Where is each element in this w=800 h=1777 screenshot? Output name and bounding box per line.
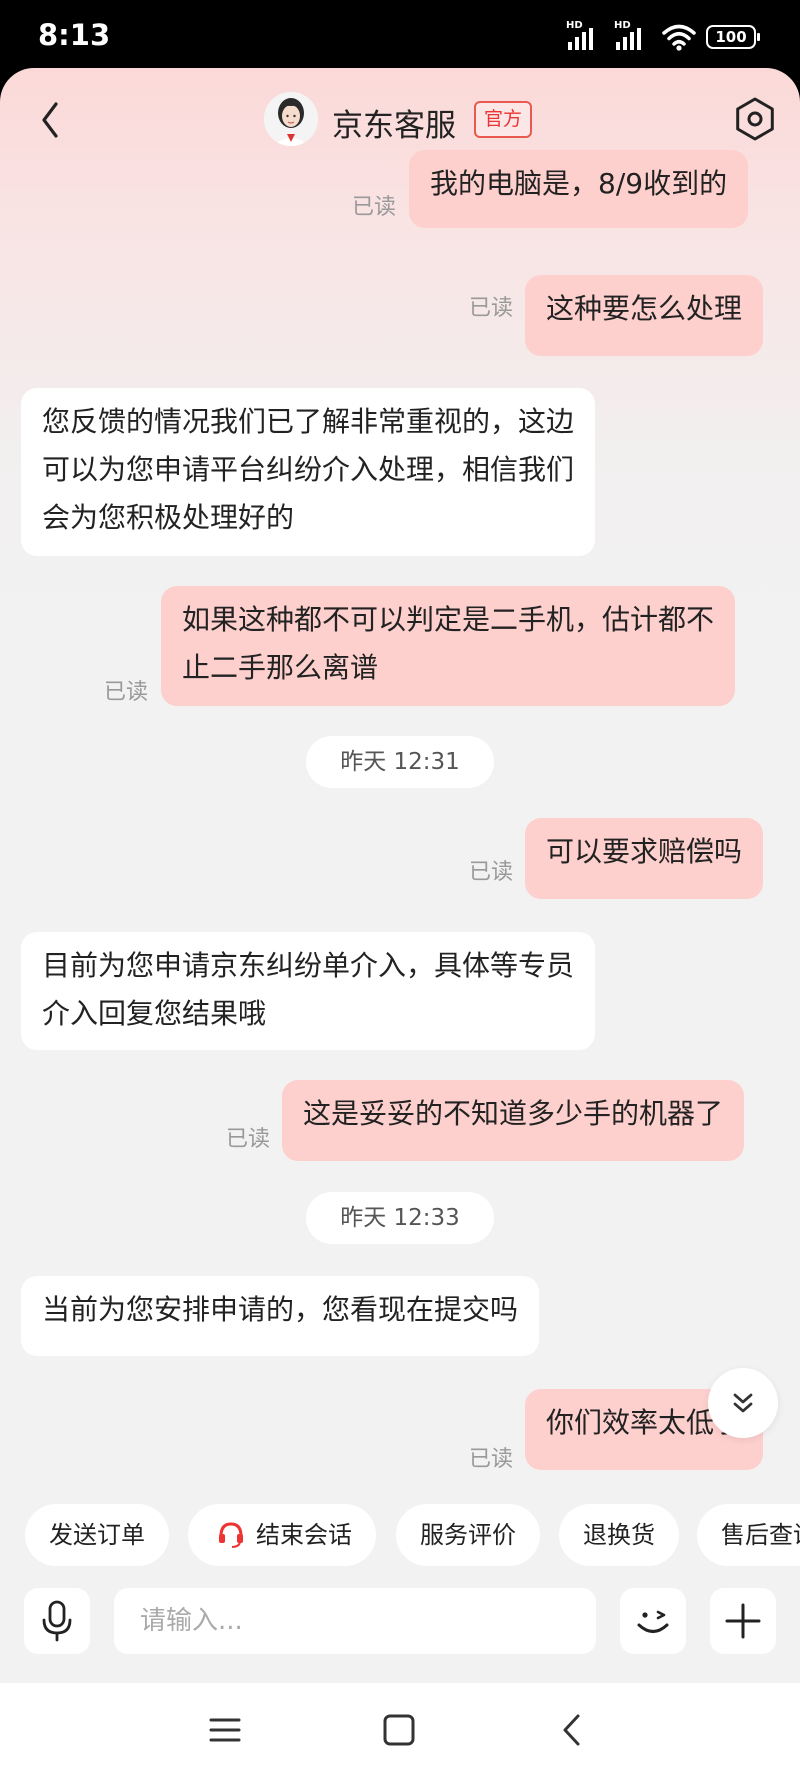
user-message-bubble[interactable]: 如果这种都不可以判定是二手机，估计都不 止二手那么离谱	[161, 586, 736, 706]
user-message-bubble[interactable]: 这是妥妥的不知道多少手的机器了	[282, 1080, 745, 1161]
voice-button[interactable]	[24, 1588, 90, 1654]
quick-action-bar: 发送订单 结束会话 服务评价 退换货 售后查询	[0, 1504, 800, 1568]
emoji-button[interactable]	[620, 1588, 686, 1654]
message-text: 这是妥妥的不知道多少手的机器了	[303, 1097, 724, 1130]
message-line: 会为您积极处理好的	[42, 501, 295, 534]
user-message-bubble[interactable]: 可以要求赔偿吗	[525, 818, 764, 899]
headset-icon	[219, 1522, 243, 1548]
message-line: 您反馈的情况我们已了解非常重视的，这边	[42, 405, 575, 438]
end-session-chip[interactable]: 结束会话	[188, 1504, 376, 1566]
input-bar	[0, 1588, 800, 1660]
system-nav-bar	[0, 1683, 800, 1777]
home-icon[interactable]	[374, 1705, 424, 1755]
chip-label: 发送订单	[49, 1521, 145, 1549]
message-line: 介入回复您结果哦	[42, 997, 267, 1030]
menu-icon[interactable]	[200, 1705, 250, 1755]
chip-label: 结束会话	[256, 1521, 352, 1549]
signal-icon: HD	[614, 20, 652, 52]
user-message-bubble[interactable]: 我的电脑是，8/9收到的	[409, 150, 749, 228]
nav-back-icon[interactable]	[548, 1705, 598, 1755]
status-bar: 8:13 HD HD 100	[0, 0, 800, 72]
chip-label: 服务评价	[420, 1521, 516, 1549]
message-input[interactable]	[114, 1588, 596, 1654]
message-text: 我的电脑是，8/9收到的	[430, 167, 728, 200]
time-divider: 昨天 12:33	[306, 1192, 494, 1244]
wifi-icon	[662, 24, 696, 51]
message-line: 如果这种都不可以判定是二手机，估计都不	[182, 603, 715, 636]
avatar[interactable]	[264, 92, 318, 146]
page-title: 京东客服	[332, 108, 456, 144]
signal-icon: HD	[566, 20, 604, 52]
send-order-chip[interactable]: 发送订单	[25, 1504, 169, 1566]
add-button[interactable]	[710, 1588, 776, 1654]
scroll-to-bottom-button[interactable]	[708, 1368, 778, 1438]
after-sales-query-chip[interactable]: 售后查询	[697, 1504, 800, 1566]
read-receipt: 已读	[226, 1127, 271, 1152]
official-badge: 官方	[474, 101, 533, 138]
user-message-bubble[interactable]: 这种要怎么处理	[525, 275, 764, 356]
read-receipt: 已读	[352, 195, 397, 220]
agent-message-bubble[interactable]: 您反馈的情况我们已了解非常重视的，这边 可以为您申请平台纠纷介入处理，相信我们 …	[21, 388, 596, 556]
plus-icon	[725, 1603, 761, 1639]
read-receipt: 已读	[469, 296, 514, 321]
return-exchange-chip[interactable]: 退换货	[559, 1504, 679, 1566]
agent-message-bubble[interactable]: 目前为您申请京东纠纷单介入，具体等专员 介入回复您结果哦	[21, 932, 596, 1050]
emoji-icon	[637, 1610, 669, 1633]
message-line: 可以为您申请平台纠纷介入处理，相信我们	[42, 453, 575, 486]
agent-message-bubble[interactable]: 当前为您安排申请的，您看现在提交吗	[21, 1276, 540, 1356]
message-line: 止二手那么离谱	[182, 651, 379, 684]
chip-label: 售后查询	[721, 1521, 800, 1549]
battery-icon: 100	[706, 25, 760, 49]
message-text: 可以要求赔偿吗	[546, 835, 743, 868]
time-divider: 昨天 12:31	[306, 736, 494, 788]
status-time: 8:13	[38, 18, 111, 52]
double-chevron-down-icon	[733, 1393, 753, 1413]
service-review-chip[interactable]: 服务评价	[396, 1504, 540, 1566]
settings-button[interactable]	[730, 94, 780, 144]
message-text: 这种要怎么处理	[546, 292, 743, 325]
read-receipt: 已读	[469, 1447, 514, 1472]
back-button[interactable]	[28, 96, 76, 144]
chat-screen: 京东客服 官方 已读 我的电脑是，8/9收到的 已读 这种要怎么处理 您反馈的情…	[0, 68, 800, 1683]
microphone-icon	[42, 1600, 72, 1642]
message-text: 当前为您安排申请的，您看现在提交吗	[42, 1293, 519, 1326]
read-receipt: 已读	[104, 680, 149, 705]
read-receipt: 已读	[469, 860, 514, 885]
chip-label: 退换货	[583, 1521, 655, 1549]
message-line: 目前为您申请京东纠纷单介入，具体等专员	[42, 949, 575, 982]
